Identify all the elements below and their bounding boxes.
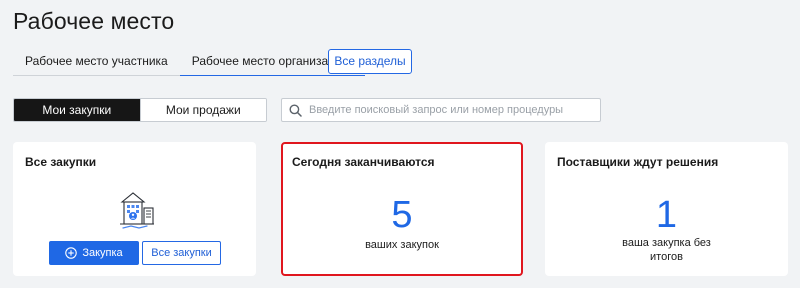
new-purchase-button[interactable]: Закупка (49, 241, 139, 265)
building-illustration (120, 192, 154, 229)
search-icon (289, 104, 302, 117)
plus-circle-icon (65, 247, 78, 259)
card-ending-today[interactable]: Сегодня заканчиваются 5 ваших закупок (281, 142, 523, 276)
ending-today-count: 5 (391, 194, 413, 236)
purchases-sales-toggle: Мои закупки Мои продажи (13, 98, 267, 122)
all-purchases-button[interactable]: Все закупки (142, 241, 221, 265)
card-all-purchases: Все закупки Закупка Все закупки (13, 142, 256, 276)
card-title: Все закупки (25, 155, 97, 169)
segment-my-sales[interactable]: Мои продажи (139, 99, 266, 121)
segment-my-purchases[interactable]: Мои закупки (14, 99, 140, 121)
workplace-tabs: Рабочее место участника Рабочее место ор… (13, 44, 366, 76)
page-title: Рабочее место (13, 8, 175, 34)
suppliers-waiting-caption: ваша закупка без итогов (622, 237, 711, 263)
search-box (281, 98, 601, 122)
card-title: Поставщики ждут решения (557, 155, 719, 169)
new-purchase-label: Закупка (82, 247, 123, 259)
all-sections-button[interactable]: Все разделы (328, 49, 412, 74)
search-input[interactable] (309, 104, 599, 116)
card-title: Сегодня заканчиваются (292, 155, 435, 169)
suppliers-waiting-count: 1 (655, 194, 678, 236)
ending-today-caption: ваших закупок (365, 239, 439, 251)
tab-participant-workplace[interactable]: Рабочее место участника (13, 44, 180, 76)
card-suppliers-waiting[interactable]: Поставщики ждут решения 1 ваша закупка б… (545, 142, 788, 276)
